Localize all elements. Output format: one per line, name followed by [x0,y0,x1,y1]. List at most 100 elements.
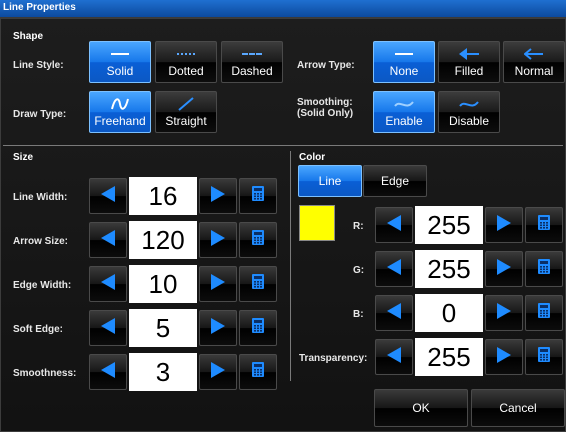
line-width-increment-button[interactable] [199,178,237,214]
arrow-size-increment-button[interactable] [199,222,237,258]
smoothing-disable-button[interactable]: Disable [438,91,500,133]
color-tab-line[interactable]: Line [298,165,362,197]
smooth-wave-icon [374,96,434,112]
soft-edge-value[interactable]: 5 [129,309,197,347]
arrow-type-none-button[interactable]: None [373,41,435,83]
dashed-line-icon [222,46,282,62]
soft-edge-increment-button[interactable] [199,310,237,346]
red-decrement-button[interactable] [375,207,413,243]
smoothness-decrement-button[interactable] [89,354,127,390]
size-section-header: Size [13,152,34,163]
freehand-icon [90,96,150,112]
red-calculator-button[interactable] [525,207,563,243]
draw-type-freehand-label: Freehand [94,114,146,128]
draw-type-freehand-button[interactable]: Freehand [89,91,151,133]
arrow-size-label: Arrow Size: [13,236,69,247]
transparency-calculator-button[interactable] [525,339,563,375]
left-arrow-icon [101,229,115,251]
transparency-label: Transparency: [299,353,368,364]
calculator-icon [538,259,550,279]
left-arrow-icon [387,346,401,368]
green-decrement-button[interactable] [375,251,413,287]
edge-width-value[interactable]: 10 [129,265,197,303]
soft-edge-label: Soft Edge: [13,324,63,335]
edge-width-calculator-button[interactable] [239,266,277,302]
calculator-icon [252,274,264,294]
smoothness-calculator-button[interactable] [239,354,277,390]
blue-label: B: [353,309,364,320]
arrow-size-calculator-button[interactable] [239,222,277,258]
left-arrow-icon [101,361,115,383]
line-width-decrement-button[interactable] [89,178,127,214]
red-increment-button[interactable] [485,207,523,243]
calculator-icon [538,303,550,323]
transparency-increment-button[interactable] [485,339,523,375]
arrow-size-decrement-button[interactable] [89,222,127,258]
smoothness-increment-button[interactable] [199,354,237,390]
blue-calculator-button[interactable] [525,295,563,331]
column-divider [290,151,291,381]
smoothing-enable-button[interactable]: Enable [373,91,435,133]
blue-decrement-button[interactable] [375,295,413,331]
calculator-icon [252,186,264,206]
line-width-label: Line Width: [13,192,68,203]
line-width-calculator-button[interactable] [239,178,277,214]
calculator-icon [538,347,550,367]
filled-arrow-icon [439,46,499,62]
calculator-icon [252,362,264,382]
smoothness-value[interactable]: 3 [129,353,197,391]
left-arrow-icon [387,214,401,236]
green-calculator-button[interactable] [525,251,563,287]
blue-increment-button[interactable] [485,295,523,331]
soft-edge-calculator-button[interactable] [239,310,277,346]
smoothing-label: Smoothing: (Solid Only) [297,97,353,119]
line-style-dashed-label: Dashed [231,64,273,78]
right-arrow-icon [211,273,225,295]
red-value[interactable]: 255 [415,206,483,244]
draw-type-label: Draw Type: [13,109,67,120]
arrow-type-filled-button[interactable]: Filled [438,41,500,83]
line-style-dotted-label: Dotted [168,64,204,78]
cancel-button[interactable]: Cancel [471,389,565,427]
line-style-label: Line Style: [13,60,64,71]
soft-edge-decrement-button[interactable] [89,310,127,346]
blue-value[interactable]: 0 [415,294,483,332]
line-style-solid-button[interactable]: Solid [89,41,151,83]
smoothness-label: Smoothness: [13,368,77,379]
draw-type-straight-button[interactable]: Straight [155,91,217,133]
green-increment-button[interactable] [485,251,523,287]
right-arrow-icon [211,361,225,383]
left-arrow-icon [387,302,401,324]
title-bar: Line Properties [0,0,566,18]
dotted-line-icon [156,46,216,62]
line-style-dashed-button[interactable]: Dashed [221,41,283,83]
green-label: G: [353,265,365,276]
left-arrow-icon [387,258,401,280]
right-arrow-icon [497,346,511,368]
edge-width-increment-button[interactable] [199,266,237,302]
line-width-value[interactable]: 16 [129,177,197,215]
green-value[interactable]: 255 [415,250,483,288]
edge-width-decrement-button[interactable] [89,266,127,302]
draw-type-straight-label: Straight [165,114,207,128]
line-style-solid-label: Solid [106,64,134,78]
arrow-size-value[interactable]: 120 [129,221,197,259]
ok-button[interactable]: OK [374,389,468,427]
arrow-type-label: Arrow Type: [297,60,355,71]
line-style-dotted-button[interactable]: Dotted [155,41,217,83]
right-arrow-icon [211,185,225,207]
right-arrow-icon [497,214,511,236]
calculator-icon [252,230,264,250]
straight-line-icon [156,96,216,112]
calculator-icon [252,318,264,338]
normal-arrow-icon [504,46,564,62]
right-arrow-icon [211,317,225,339]
color-tab-edge[interactable]: Edge [363,165,427,197]
transparency-value[interactable]: 255 [415,338,483,376]
arrow-type-normal-button[interactable]: Normal [503,41,565,83]
transparency-decrement-button[interactable] [375,339,413,375]
section-divider [3,145,563,146]
edge-width-label: Edge Width: [13,280,72,291]
arrow-type-normal-label: Normal [514,64,554,78]
color-section-header: Color [299,152,326,163]
